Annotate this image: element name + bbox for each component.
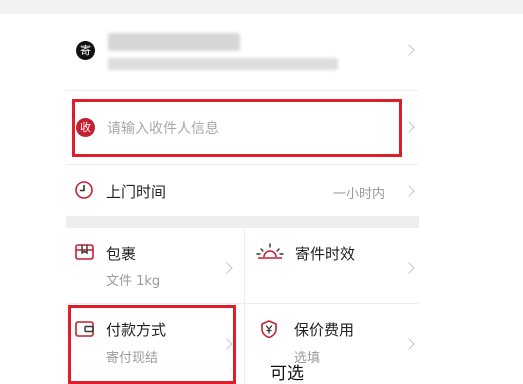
divider (66, 164, 419, 165)
package-weight: 文件 1kg (106, 274, 161, 289)
sender-badge: 寄 (76, 41, 95, 60)
pickup-time-value: 一小时内 (333, 187, 386, 202)
status-band (0, 0, 523, 14)
delivery-timing-label: 寄件时效 (295, 245, 356, 263)
package-box-icon (75, 244, 94, 260)
insurance-fee-label: 保价费用 (294, 321, 355, 339)
column-divider (244, 228, 245, 384)
clock-icon (75, 181, 93, 199)
sunrise-icon (256, 243, 284, 259)
receiver-highlight-box (72, 99, 402, 157)
annotation-note: 可选 (270, 364, 304, 384)
shield-yuan-icon (261, 320, 277, 339)
section-separator (66, 216, 419, 228)
sender-address-blurred (108, 58, 338, 70)
sender-name-blurred (108, 33, 240, 51)
divider (66, 90, 419, 91)
payment-highlight-box (68, 305, 236, 384)
package-label: 包裹 (106, 245, 137, 263)
pickup-time-label: 上门时间 (106, 183, 167, 201)
divider (66, 303, 419, 304)
